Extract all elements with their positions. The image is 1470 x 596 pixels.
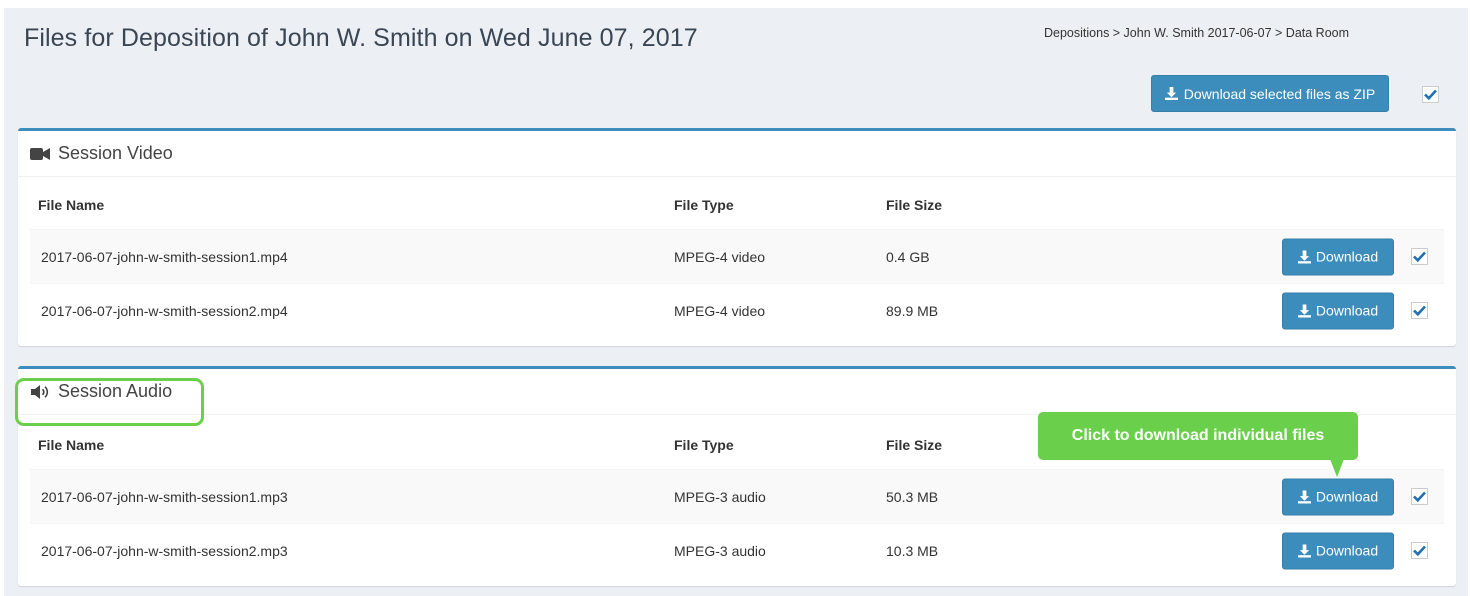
session-audio-panel: Session Audio File Name File Type File S… [18,366,1456,586]
col-file-name: File Name [38,197,105,213]
session-audio-highlight [15,378,204,426]
download-button[interactable]: Download [1282,532,1394,569]
download-label: Download [1315,542,1379,559]
col-file-name: File Name [38,437,105,453]
download-icon [1297,250,1311,263]
file-type: MPEG-3 audio [674,488,766,505]
checkmark-icon [1413,251,1426,262]
download-button[interactable]: Download [1282,238,1394,275]
download-label: Download [1315,488,1379,505]
breadcrumb[interactable]: Depositions > John W. Smith 2017-06-07 >… [1044,26,1349,40]
col-file-type: File Type [674,197,734,213]
download-label: Download [1315,302,1379,319]
checkmark-icon [1424,89,1437,100]
download-callout: Click to download individual files [1038,412,1358,460]
file-name: 2017-06-07-john-w-smith-session1.mp4 [41,248,288,265]
download-icon [1297,544,1311,557]
checkmark-icon [1413,491,1426,502]
session-video-panel: Session Video File Name File Type File S… [18,128,1456,346]
col-file-size: File Size [886,437,943,453]
file-type: MPEG-4 video [674,302,766,319]
file-size: 50.3 MB [886,488,939,505]
file-checkbox[interactable] [1411,542,1428,559]
file-name: 2017-06-07-john-w-smith-session2.mp4 [41,302,288,319]
file-type: MPEG-4 video [674,248,766,265]
checkmark-icon [1413,545,1426,556]
download-button[interactable]: Download [1282,478,1394,515]
download-button[interactable]: Download [1282,292,1394,329]
col-file-type: File Type [674,437,734,453]
page-title: Files for Deposition of John W. Smith on… [24,24,698,52]
table-row: 2017-06-07-john-w-smith-session1.mp3 MPE… [30,469,1444,523]
file-checkbox[interactable] [1411,302,1428,319]
file-size: 0.4 GB [886,248,930,265]
download-label: Download [1315,248,1379,265]
session-video-title: Session Video [58,143,173,163]
download-icon [1164,87,1178,100]
table-row: 2017-06-07-john-w-smith-session2.mp4 MPE… [30,283,1444,337]
download-zip-label: Download selected files as ZIP [1183,85,1376,102]
file-name: 2017-06-07-john-w-smith-session1.mp3 [41,488,288,505]
file-name: 2017-06-07-john-w-smith-session2.mp3 [41,542,288,559]
file-checkbox[interactable] [1411,248,1428,265]
select-all-checkbox[interactable] [1422,86,1439,103]
session-audio-header: Session Audio [18,369,1456,415]
download-icon [1297,304,1311,317]
download-zip-button[interactable]: Download selected files as ZIP [1151,75,1389,112]
callout-arrow [1330,459,1344,477]
checkmark-icon [1413,305,1426,316]
video-camera-icon [30,147,50,161]
download-icon [1297,490,1311,503]
col-file-size: File Size [886,197,943,213]
file-size: 10.3 MB [886,542,939,559]
file-type: MPEG-3 audio [674,542,766,559]
session-video-header: Session Video [18,131,1456,177]
table-row: 2017-06-07-john-w-smith-session2.mp3 MPE… [30,523,1444,577]
file-size: 89.9 MB [886,302,939,319]
table-row: 2017-06-07-john-w-smith-session1.mp4 MPE… [30,229,1444,283]
page-background: Files for Deposition of John W. Smith on… [4,8,1468,596]
table-header: File Name File Type File Size [30,181,1444,229]
file-checkbox[interactable] [1411,488,1428,505]
